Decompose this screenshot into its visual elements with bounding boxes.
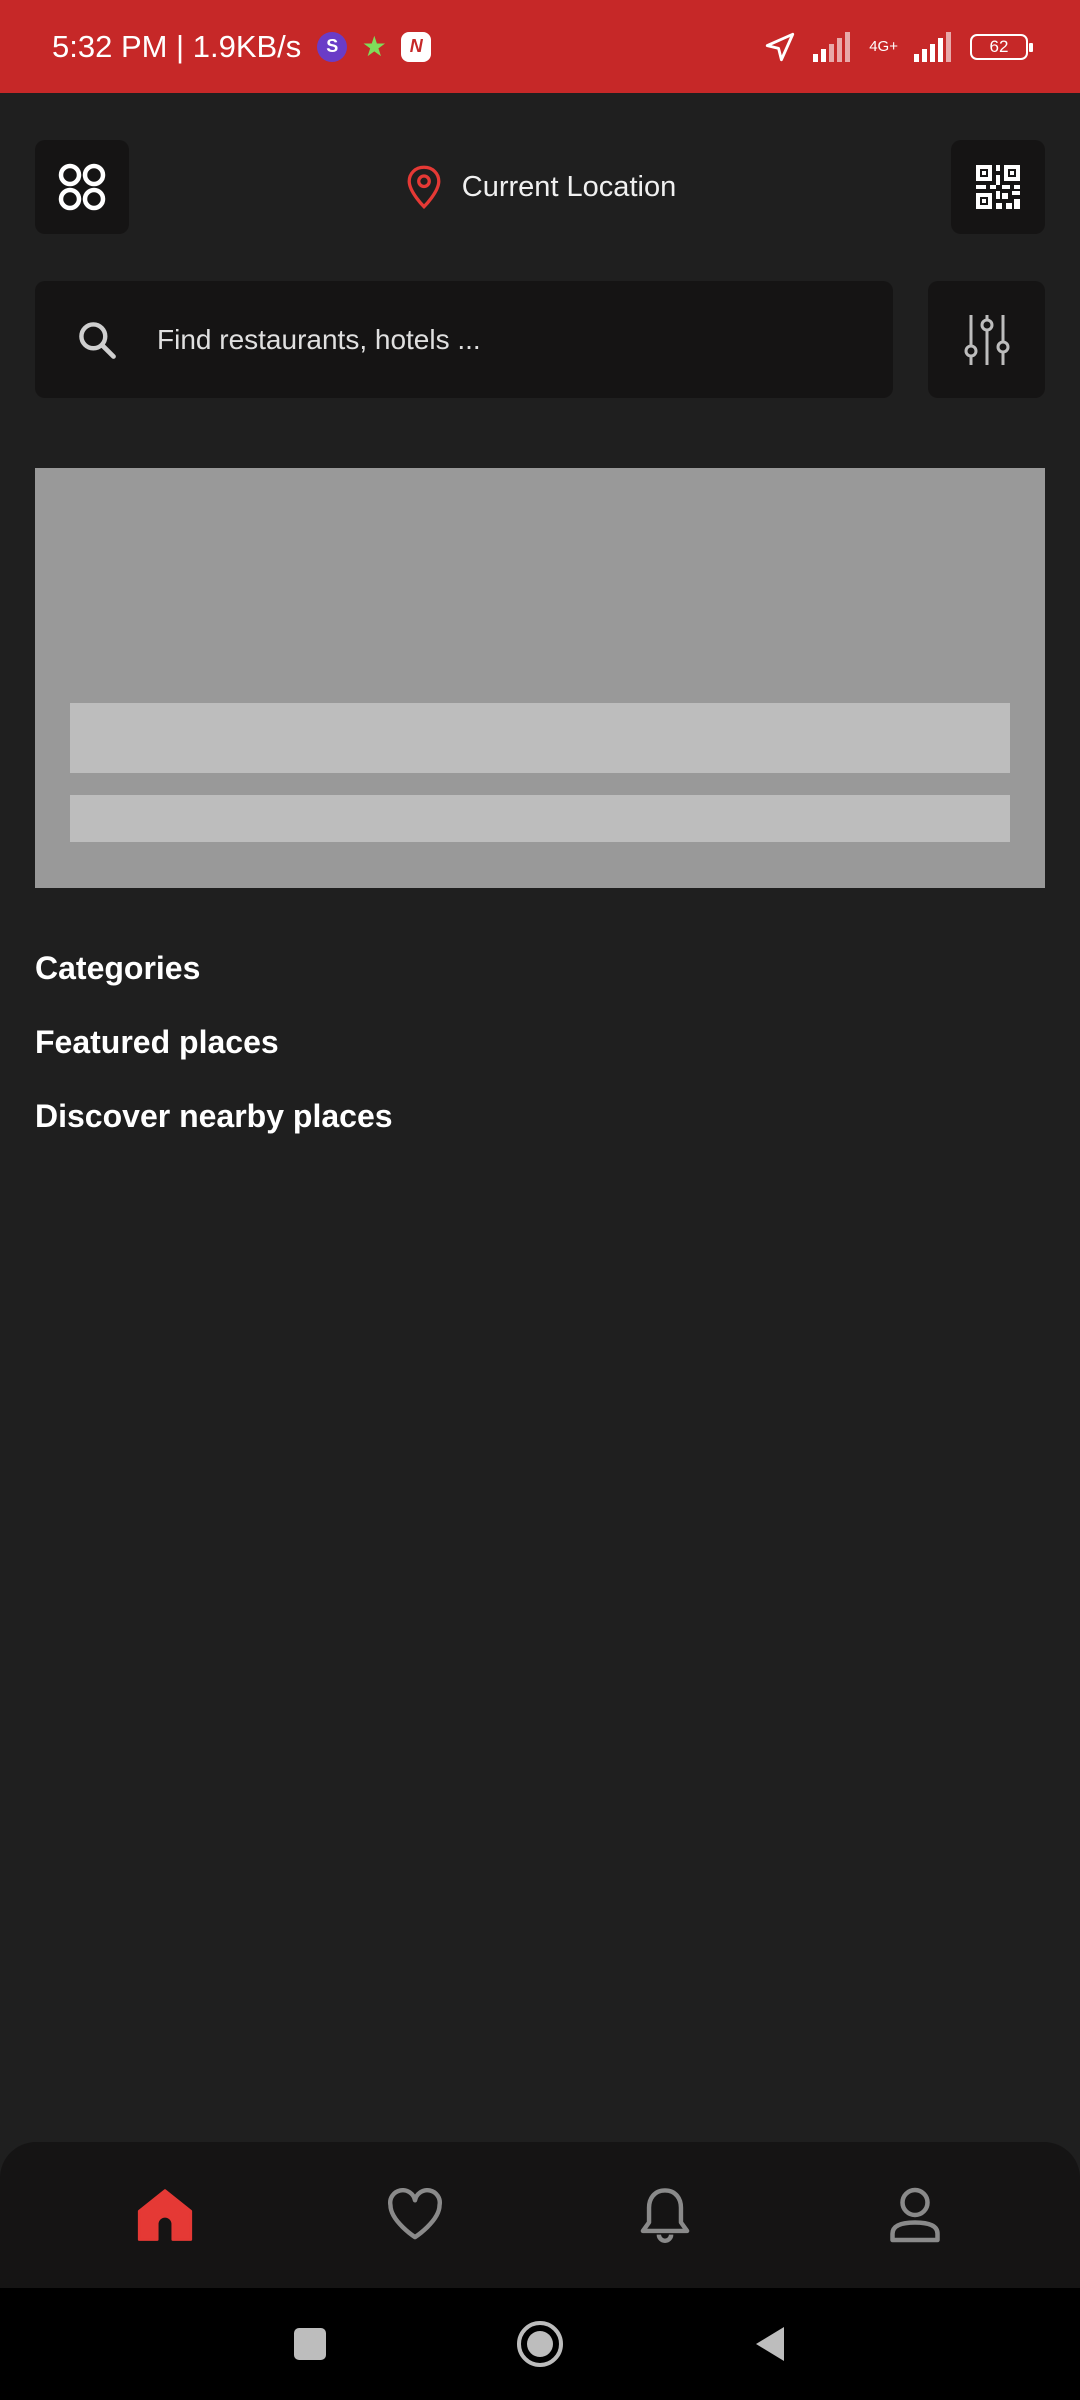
- bottom-navigation: [0, 2142, 1080, 2288]
- user-icon: [890, 2187, 940, 2243]
- search-icon: [79, 321, 116, 359]
- search-bar[interactable]: Find restaurants, hotels ...: [35, 281, 893, 398]
- qr-code-icon: [976, 165, 1020, 209]
- skeleton-line: [70, 795, 1010, 842]
- back-triangle-icon: [756, 2327, 784, 2361]
- notification-icons: S ★ N: [317, 31, 432, 62]
- menu-button[interactable]: [35, 140, 129, 234]
- nav-favorites[interactable]: [355, 2155, 475, 2275]
- signal-icon: [813, 31, 851, 62]
- recents-button[interactable]: [280, 2314, 340, 2374]
- section-title-featured: Featured places: [35, 1024, 279, 1060]
- status-time-speed: 5:32 PM | 1.9KB/s: [52, 28, 302, 64]
- nav-profile[interactable]: [855, 2155, 975, 2275]
- square-icon: [294, 2328, 326, 2360]
- status-left: 5:32 PM | 1.9KB/s S ★ N: [52, 28, 432, 65]
- filter-sliders-icon: [964, 314, 1009, 365]
- battery-level: 62: [989, 36, 1009, 56]
- location-arrow-icon: [766, 32, 795, 61]
- s-app-icon: S: [317, 31, 348, 62]
- signal-icon-2: [914, 31, 951, 62]
- star-app-icon: ★: [361, 31, 387, 62]
- battery-icon: 62: [970, 33, 1033, 60]
- circle-icon: [517, 2321, 563, 2367]
- app-screen: 5:32 PM | 1.9KB/s S ★ N 4G+ 62 Current L…: [0, 0, 1080, 2400]
- system-navigation-bar: [0, 2288, 1080, 2400]
- section-title-nearby: Discover nearby places: [35, 1098, 393, 1134]
- nav-notifications[interactable]: [605, 2155, 725, 2275]
- location-pin-icon: [407, 165, 441, 210]
- n-app-icon: N: [401, 31, 432, 62]
- banner-placeholder: [35, 468, 1045, 888]
- location-label[interactable]: Current Location: [462, 171, 676, 204]
- current-location: Current Location: [35, 140, 1045, 234]
- home-icon: [137, 2189, 193, 2241]
- qr-scan-button[interactable]: [951, 140, 1045, 234]
- filter-button[interactable]: [928, 281, 1045, 398]
- home-system-button[interactable]: [510, 2314, 570, 2374]
- status-bar: 5:32 PM | 1.9KB/s S ★ N 4G+ 62: [0, 0, 1080, 93]
- search-input[interactable]: Find restaurants, hotels ...: [157, 324, 481, 356]
- nav-home[interactable]: [105, 2155, 225, 2275]
- bell-icon: [640, 2188, 690, 2243]
- section-title-categories: Categories: [35, 950, 201, 986]
- top-header: Current Location: [35, 140, 1045, 234]
- status-right: 4G+ 62: [763, 30, 1033, 64]
- back-button[interactable]: [740, 2314, 800, 2374]
- grid-menu-icon: [58, 163, 106, 211]
- heart-icon: [388, 2188, 442, 2240]
- network-type: 4G+: [869, 38, 898, 55]
- skeleton-line: [70, 703, 1010, 773]
